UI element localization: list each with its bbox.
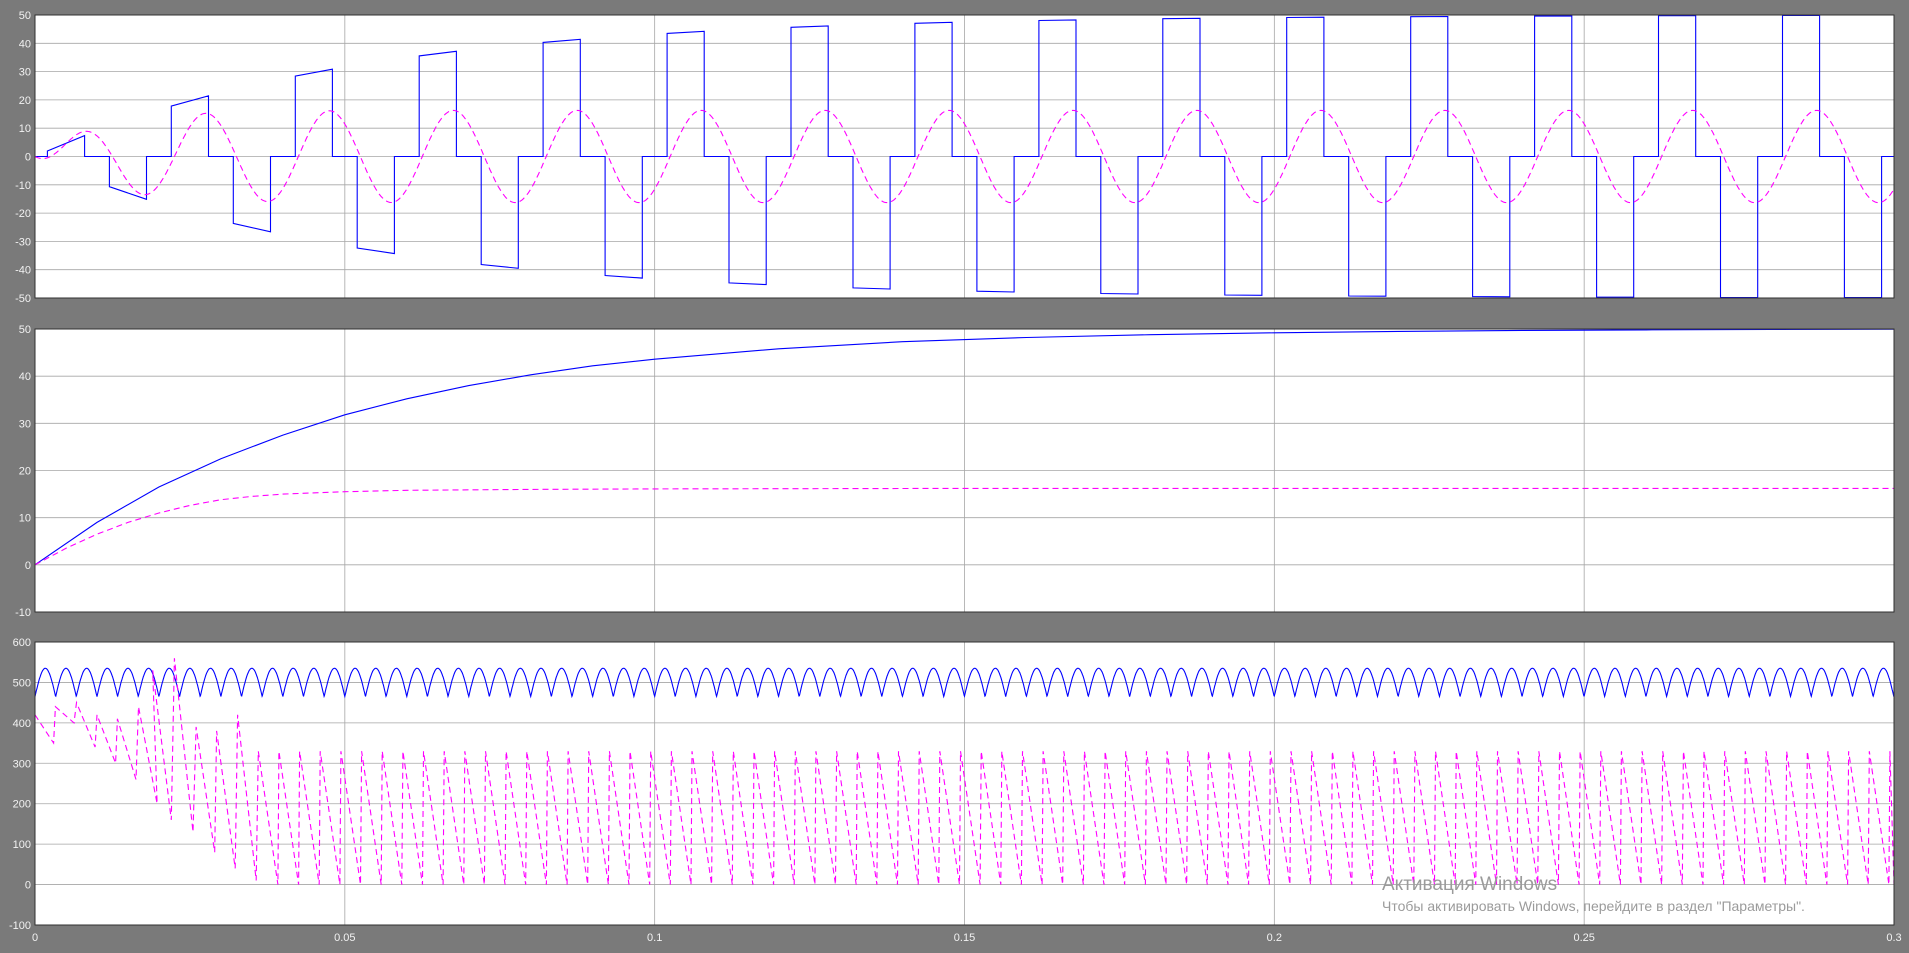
- y-tick-label: 200: [13, 799, 31, 811]
- scope-figure: -50-40-30-20-1001020304050 -100102030405…: [9, 10, 1902, 944]
- x-tick-label: 0.25: [1573, 932, 1594, 944]
- y-tick-label: 40: [19, 371, 31, 383]
- x-tick-label: 0.1: [647, 932, 662, 944]
- y-tick-label: 40: [19, 38, 31, 50]
- y-tick-label: -10: [15, 607, 31, 619]
- y-tick-label: 0: [25, 152, 31, 164]
- x-tick-label: 0.2: [1267, 932, 1282, 944]
- watermark-subtitle: Чтобы активировать Windows, перейдите в …: [1382, 898, 1805, 914]
- scope-panel-top: -50 -40 -30 -20 -10 0 10 20 30 40 50: [15, 10, 1895, 305]
- y-tick-label: -20: [15, 208, 31, 220]
- y-tick-label: -50: [15, 293, 31, 305]
- y-tick-label: -100: [9, 920, 31, 932]
- y-tick-label: 50: [19, 324, 31, 336]
- y-tick-label: 20: [19, 466, 31, 478]
- y-tick-label: -30: [15, 236, 31, 248]
- y-tick-label: 0: [25, 560, 31, 572]
- y-tick-label: 50: [19, 10, 31, 22]
- x-tick-label: 0.15: [954, 932, 975, 944]
- y-tick-label: 30: [19, 67, 31, 79]
- scope-panel-middle: -10 0 10 20 30 40 50: [15, 324, 1895, 619]
- x-tick-label: 0: [32, 932, 38, 944]
- y-tick-label: -40: [15, 265, 31, 277]
- x-tick-label: 0.3: [1886, 932, 1901, 944]
- y-tick-label: 20: [19, 95, 31, 107]
- y-tick-label: 30: [19, 418, 31, 430]
- x-tick-label: 0.05: [334, 932, 355, 944]
- y-tick-label: 500: [13, 677, 31, 689]
- y-tick-label: 0: [25, 880, 31, 892]
- y-tick-label: 600: [13, 637, 31, 649]
- y-tick-label: 10: [19, 513, 31, 525]
- watermark-title: Активация Windows: [1382, 874, 1557, 895]
- y-tick-label: 100: [13, 839, 31, 851]
- y-tick-label: -10: [15, 180, 31, 192]
- y-tick-label: 10: [19, 123, 31, 135]
- y-tick-label: 300: [13, 758, 31, 770]
- y-tick-label: 400: [13, 718, 31, 730]
